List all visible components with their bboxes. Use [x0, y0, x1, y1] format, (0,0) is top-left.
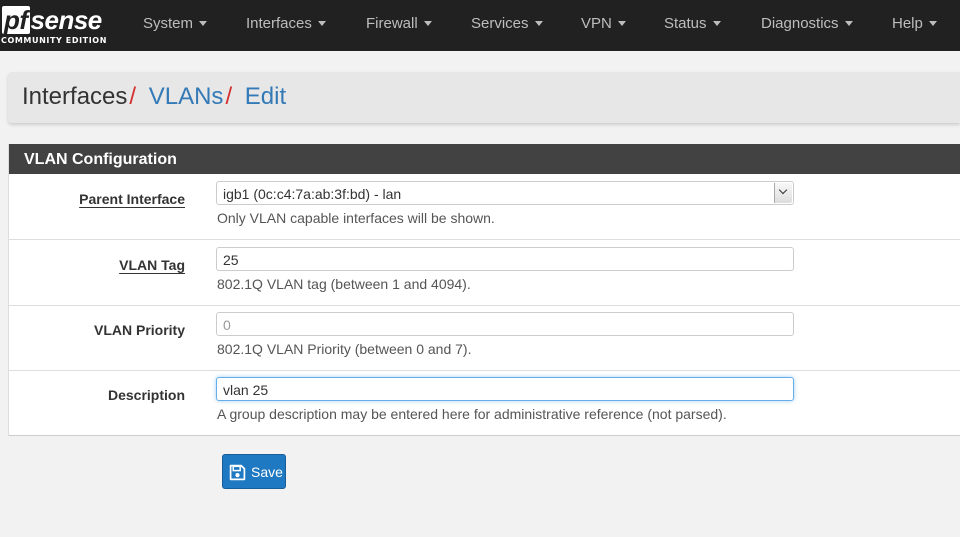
description-help: A group description may be entered here …: [217, 406, 727, 422]
form-row-vlan-tag: VLAN Tag 25 802.1Q VLAN tag (between 1 a…: [9, 240, 960, 306]
breadcrumb-edit-link[interactable]: Edit: [245, 83, 286, 110]
save-button[interactable]: Save: [222, 454, 286, 489]
vlan-priority-input[interactable]: 0: [216, 312, 794, 336]
nav-menu-diagnostics[interactable]: Diagnostics: [761, 0, 853, 51]
breadcrumb-interfaces: Interfaces: [22, 83, 128, 110]
breadcrumb-vlans-link[interactable]: VLANs: [149, 83, 224, 110]
vlan-tag-input[interactable]: 25: [216, 247, 794, 271]
nav-menu-vpn[interactable]: VPN: [581, 0, 626, 51]
save-button-label: Save: [251, 464, 283, 480]
save-icon: [229, 464, 246, 484]
vlan-tag-help: 802.1Q VLAN tag (between 1 and 4094).: [217, 276, 471, 292]
breadcrumb-separator: /: [225, 83, 233, 110]
parent-interface-select[interactable]: igb1 (0c:c4:7a:ab:3f:bd) - lan: [216, 181, 794, 205]
logo-edition: COMMUNITY EDITION: [1, 36, 108, 45]
nav-menu-system[interactable]: System: [143, 0, 208, 51]
panel-title: VLAN Configuration: [24, 151, 177, 168]
form-row-description: Description vlan 25 A group description …: [9, 370, 960, 436]
caret-down-icon: [617, 20, 626, 26]
nav-menu-services[interactable]: Services: [471, 0, 543, 51]
breadcrumb-separator: /: [129, 83, 137, 110]
pfsense-logo[interactable]: pf sense COMMUNITY EDITION: [0, 0, 114, 51]
caret-down-icon: [423, 20, 432, 26]
parent-interface-selected-value: igb1 (0c:c4:7a:ab:3f:bd) - lan: [223, 186, 402, 202]
nav-menu-firewall[interactable]: Firewall: [366, 0, 432, 51]
description-label: Description: [107, 387, 185, 403]
top-navbar: pf sense COMMUNITY EDITION System Interfa…: [0, 0, 960, 51]
vlan-priority-label: VLAN Priority: [93, 322, 185, 338]
logo-wordmark: pf sense: [2, 5, 102, 35]
breadcrumb: Interfaces/ VLANs/ Edit: [22, 83, 286, 111]
caret-down-icon: [712, 20, 721, 26]
nav-menu-interfaces[interactable]: Interfaces: [246, 0, 326, 51]
nav-menu-status[interactable]: Status: [664, 0, 721, 51]
vlan-configuration-panel: VLAN Configuration Parent Interface igb1…: [8, 144, 960, 436]
description-input[interactable]: vlan 25: [216, 377, 794, 401]
panel-heading: VLAN Configuration: [9, 144, 960, 174]
nav-menu-help[interactable]: Help: [892, 0, 937, 51]
form-row-parent-interface: Parent Interface igb1 (0c:c4:7a:ab:3f:bd…: [9, 174, 960, 240]
caret-down-icon: [317, 20, 326, 26]
caret-down-icon: [199, 20, 208, 26]
caret-down-icon: [928, 20, 937, 26]
vlan-tag-label: VLAN Tag: [119, 257, 185, 273]
caret-down-icon: [844, 20, 853, 26]
parent-interface-label: Parent Interface: [79, 191, 185, 207]
caret-down-icon: [534, 20, 543, 26]
form-row-vlan-priority: VLAN Priority 0 802.1Q VLAN Priority (be…: [9, 305, 960, 371]
parent-interface-help: Only VLAN capable interfaces will be sho…: [217, 210, 495, 226]
chevron-down-icon[interactable]: [774, 183, 792, 203]
breadcrumb-bar: Interfaces/ VLANs/ Edit: [8, 72, 960, 123]
vlan-priority-help: 802.1Q VLAN Priority (between 0 and 7).: [217, 341, 472, 357]
